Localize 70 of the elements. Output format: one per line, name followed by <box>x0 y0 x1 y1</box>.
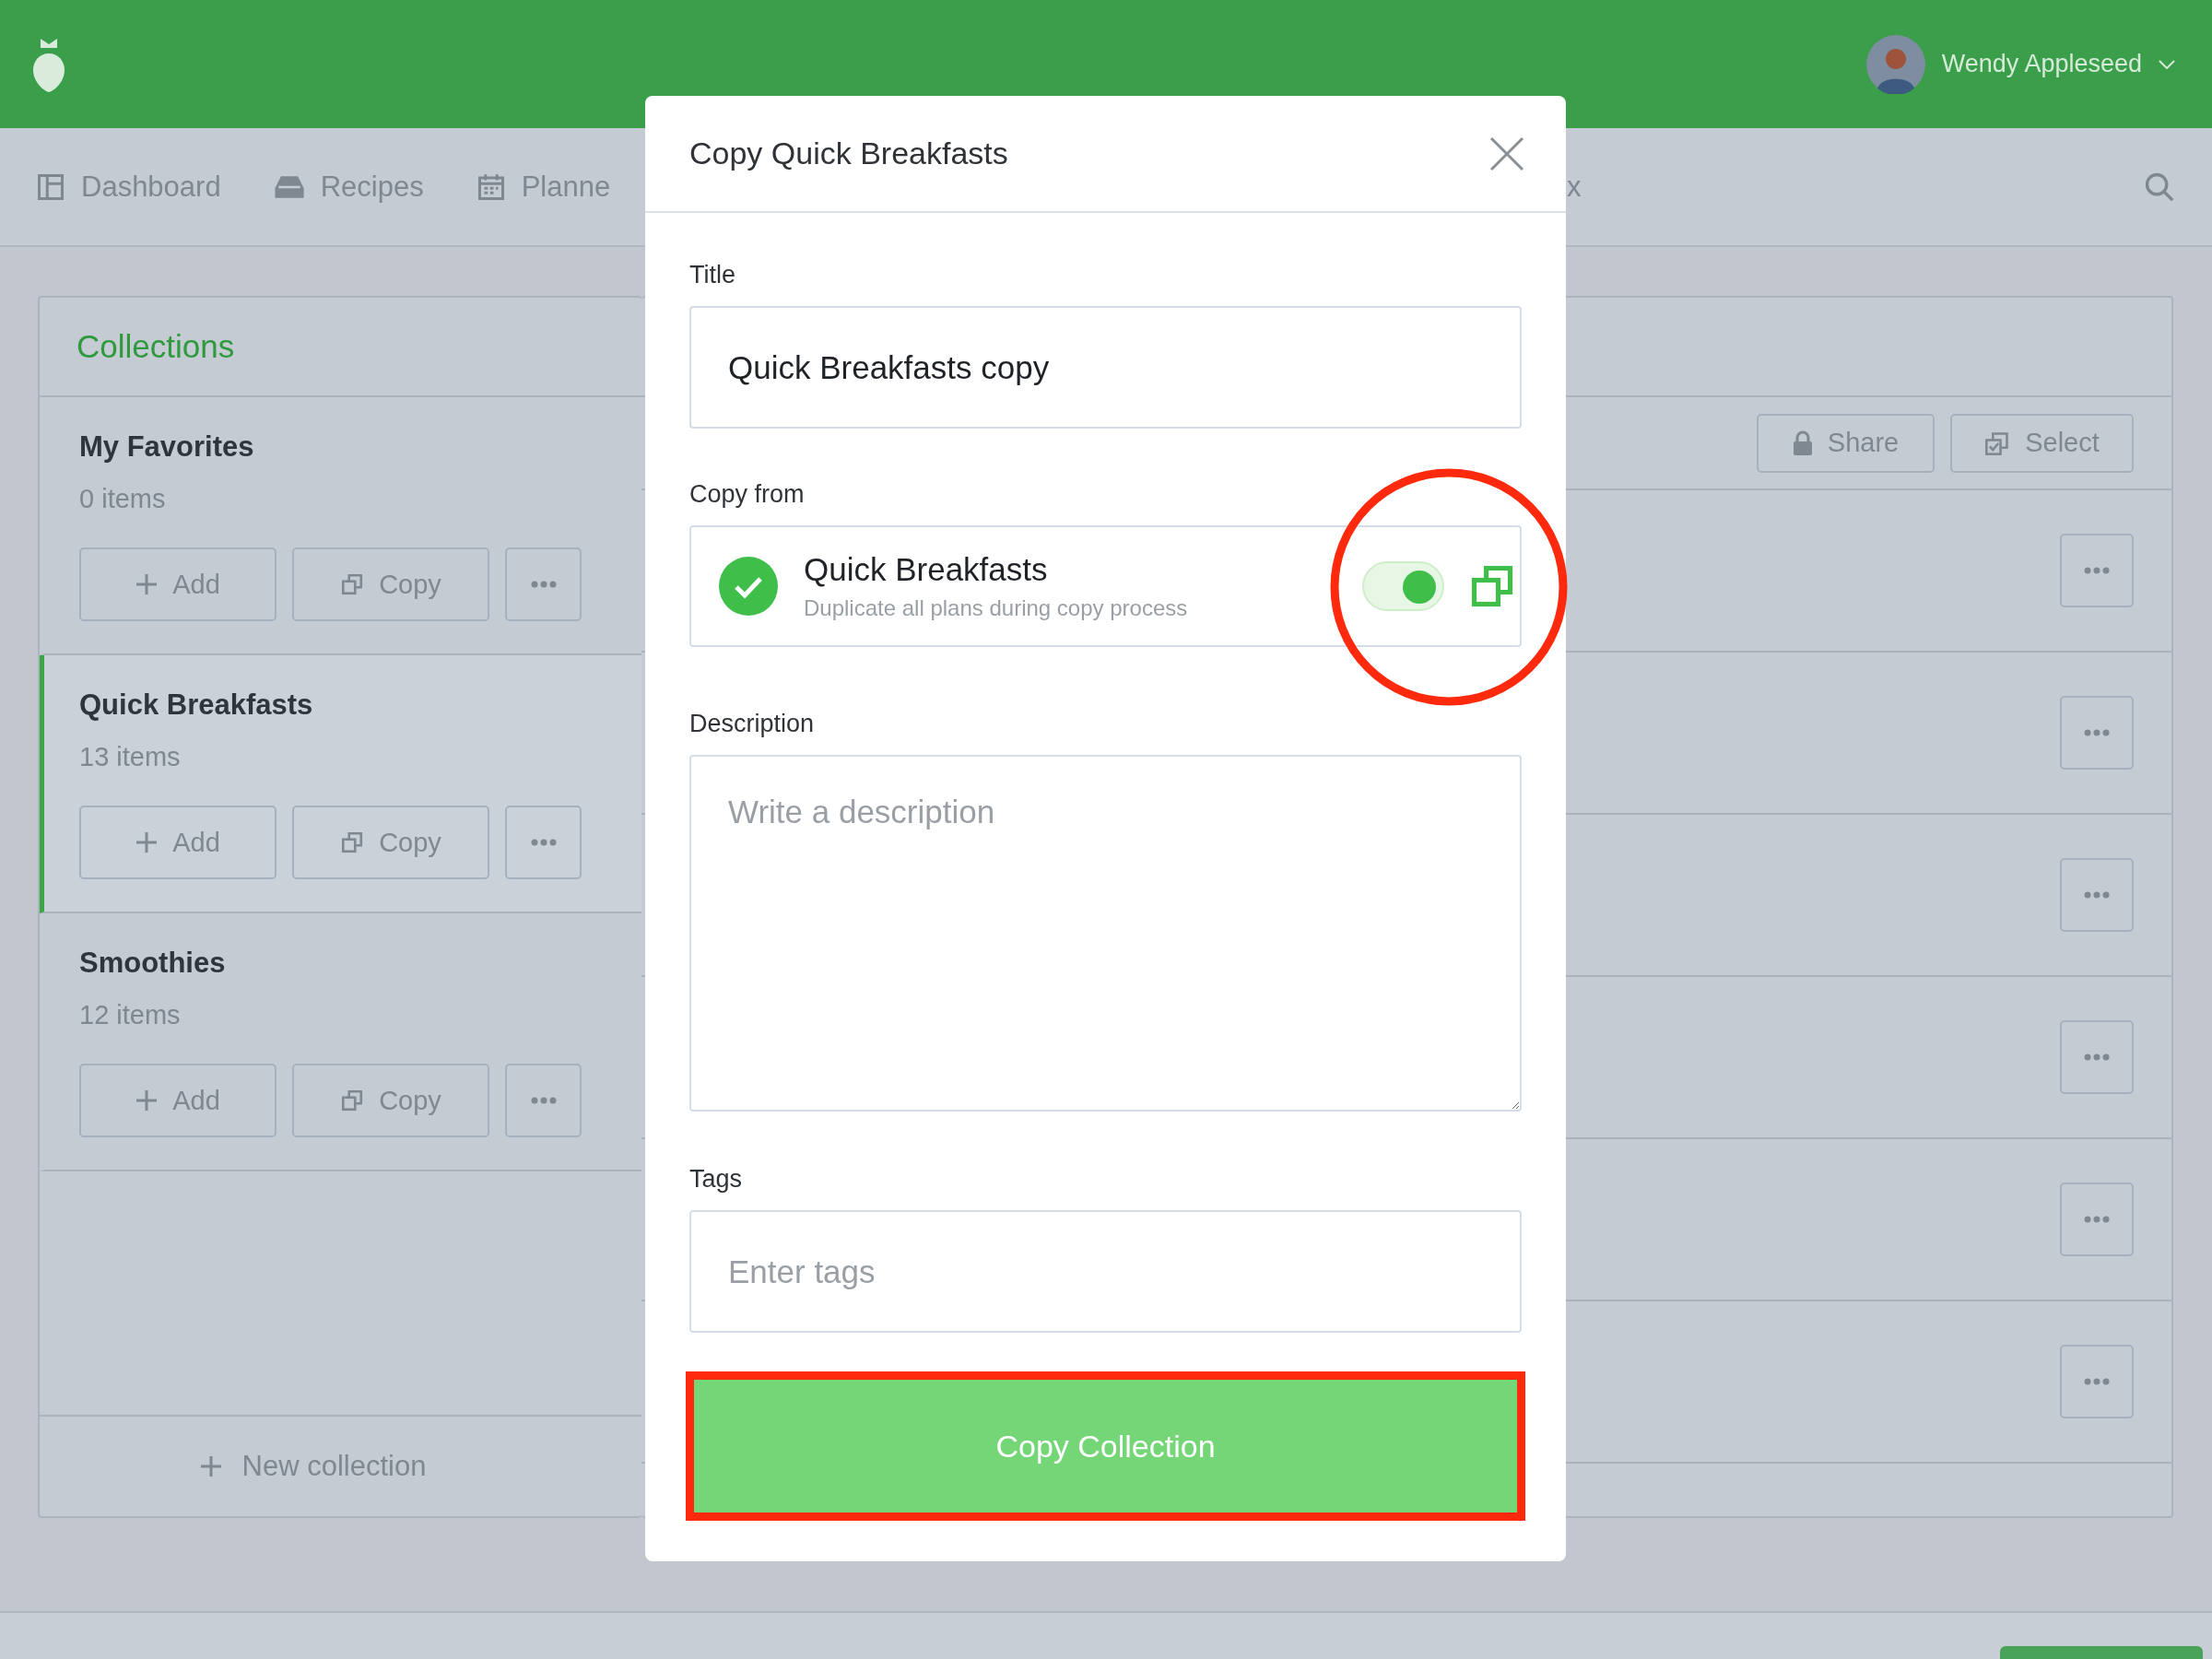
nav-item[interactable]: x <box>1567 170 1582 204</box>
source-name: Quick Breakfasts <box>804 551 1049 588</box>
collection-item[interactable]: Quick Breakfasts 13 items Add Copy <box>40 655 641 913</box>
copy-icon <box>340 572 365 596</box>
description-field[interactable]: Write a description <box>689 755 1522 1112</box>
add-button[interactable]: Add <box>79 1064 276 1137</box>
close-button[interactable] <box>1488 135 1525 172</box>
user-name[interactable]: Wendy Appleseed <box>1941 50 2142 78</box>
dialog-title: Copy Quick Breakfasts <box>689 135 1008 171</box>
copy-icon <box>340 1088 365 1112</box>
tray-icon <box>274 174 304 199</box>
field-label: Description <box>689 710 816 738</box>
nav-item[interactable]: Dashboard <box>37 170 221 204</box>
copy-collection-button[interactable]: Copy Collection <box>694 1380 1517 1512</box>
title-field[interactable]: Quick Breakfasts copy <box>689 306 1522 429</box>
calendar-icon <box>477 172 505 201</box>
more-icon <box>530 839 557 846</box>
select-icon <box>1984 429 2011 456</box>
item-count: 0 items <box>79 484 167 514</box>
field-label: Copy from <box>689 480 806 509</box>
chevron-down-icon[interactable] <box>2159 59 2175 69</box>
more-button[interactable] <box>505 1064 582 1137</box>
search-icon[interactable] <box>2144 171 2175 203</box>
nav-item[interactable]: Planne <box>477 170 611 204</box>
more-button[interactable] <box>505 806 582 879</box>
more-icon <box>2084 567 2110 574</box>
nav-item[interactable]: Recipes <box>274 170 424 204</box>
copy-button[interactable]: Copy <box>292 1064 489 1137</box>
plus-icon <box>135 831 159 853</box>
select-button[interactable]: Select <box>1950 413 2134 473</box>
item-count: 13 items <box>79 742 182 772</box>
more-button[interactable] <box>2060 858 2134 932</box>
more-icon <box>530 1097 557 1104</box>
plus-icon <box>135 1089 159 1112</box>
more-icon <box>530 581 557 588</box>
plus-icon <box>199 1455 222 1477</box>
collection-name: Smoothies <box>79 947 227 980</box>
copy-button[interactable]: Copy <box>292 547 489 621</box>
tags-field[interactable]: Enter tags <box>689 1210 1522 1333</box>
plus-icon <box>135 573 159 595</box>
avatar[interactable] <box>1865 34 1925 94</box>
lock-icon <box>1792 429 1813 456</box>
more-button[interactable] <box>2060 1020 2134 1094</box>
more-button[interactable] <box>2060 1182 2134 1256</box>
more-icon <box>2084 1216 2110 1223</box>
copy-button[interactable]: Copy <box>292 806 489 879</box>
item-count: 12 items <box>79 1000 182 1030</box>
more-button[interactable] <box>2060 534 2134 607</box>
duplicate-toggle[interactable] <box>1362 561 1444 611</box>
check-icon[interactable] <box>719 557 778 616</box>
source-description: Duplicate all plans during copy process <box>804 595 1189 621</box>
more-button[interactable] <box>2060 1345 2134 1418</box>
more-button[interactable] <box>505 547 582 621</box>
new-collection-button[interactable]: New collection <box>194 1449 432 1484</box>
collection-name: My Favorites <box>79 430 255 464</box>
logo-icon[interactable] <box>33 36 65 92</box>
more-icon <box>2084 1378 2110 1385</box>
panel-title: Collections <box>76 328 235 365</box>
collection-name: Quick Breakfasts <box>79 688 314 722</box>
field-label: Tags <box>689 1165 744 1194</box>
add-button[interactable]: Add <box>79 547 276 621</box>
dashboard-icon <box>37 172 65 201</box>
share-button[interactable]: Share <box>1757 413 1935 473</box>
copy-icon <box>340 830 365 854</box>
field-label: Title <box>689 261 736 289</box>
more-icon <box>2084 729 2110 736</box>
more-icon <box>2084 1053 2110 1061</box>
more-icon <box>2084 891 2110 899</box>
more-button[interactable] <box>2060 696 2134 770</box>
add-button[interactable]: Add <box>79 806 276 879</box>
